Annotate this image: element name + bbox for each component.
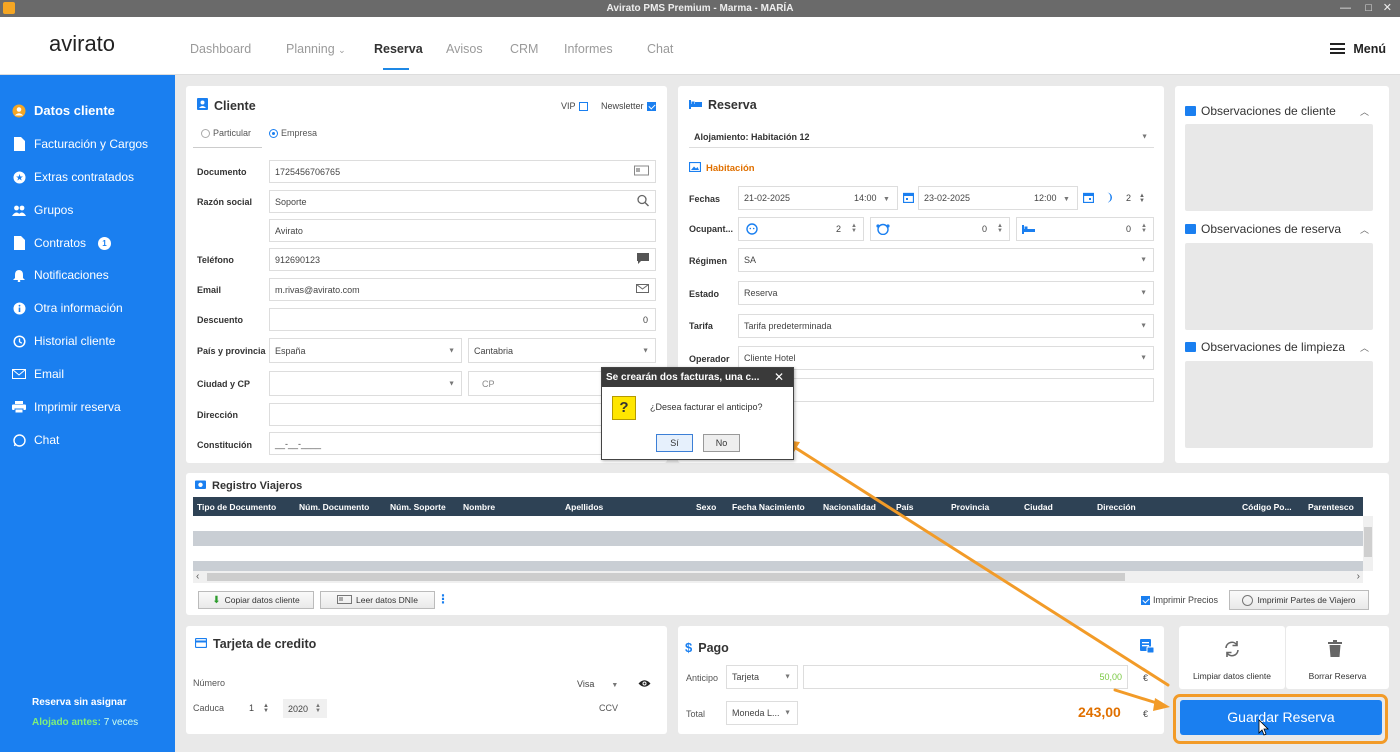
arrow-line [1113,688,1162,706]
question-icon: ? [612,396,636,420]
dialog-titlebar: Se crearán dos facturas, una c... ✕ [602,368,793,387]
confirm-dialog: Se crearán dos facturas, una c... ✕ ? ¿De… [601,367,794,460]
arrow-line [789,443,1170,687]
mouse-cursor-icon [1258,719,1269,736]
dialog-close-icon[interactable]: ✕ [774,368,784,387]
dialog-yes-button[interactable]: Sí [656,434,693,452]
dialog-title: Se crearán dos facturas, una c... [606,372,760,383]
arrowhead [1153,698,1170,711]
dialog-message: ¿Desea facturar el anticipo? [650,402,763,412]
dialog-no-button[interactable]: No [703,434,740,452]
